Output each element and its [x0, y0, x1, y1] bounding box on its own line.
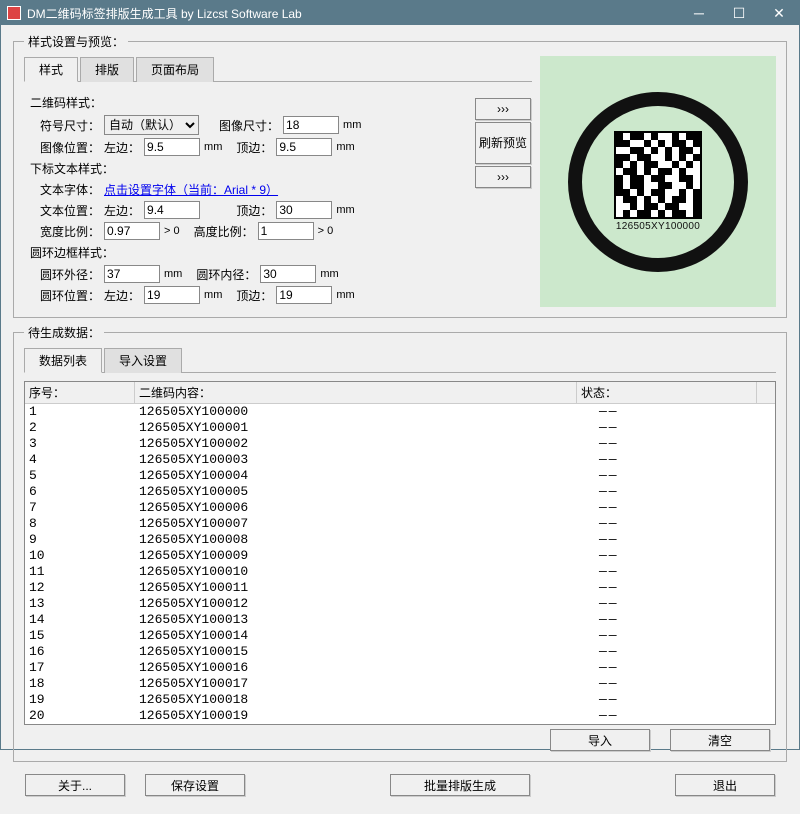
- tab-page[interactable]: 页面布局: [136, 57, 214, 82]
- about-button[interactable]: 关于...: [25, 774, 125, 796]
- table-row[interactable]: 3126505XY100002——: [25, 436, 775, 452]
- clear-button[interactable]: 清空: [670, 729, 770, 751]
- text-pos-label: 文本位置：: [40, 202, 100, 219]
- arrows-down-button[interactable]: ›››: [475, 166, 531, 188]
- ring-inner-input[interactable]: [260, 265, 316, 283]
- tab-layout[interactable]: 排版: [80, 57, 134, 82]
- image-left-input[interactable]: [144, 138, 200, 156]
- save-settings-button[interactable]: 保存设置: [145, 774, 245, 796]
- data-gen-group: 待生成数据： 数据列表 导入设置 序号： 二维码内容： 状态： 1126505X…: [13, 324, 787, 762]
- image-pos-label: 图像位置：: [40, 139, 100, 156]
- close-button[interactable]: ✕: [759, 1, 799, 25]
- ring-pos-label: 圆环位置：: [40, 287, 100, 304]
- titlebar: DM二维码标签排版生成工具 by Lizcst Software Lab ─ ☐…: [1, 1, 799, 25]
- exit-button[interactable]: 退出: [675, 774, 775, 796]
- preview-panel: 126505XY100000: [540, 56, 776, 307]
- data-table: 序号： 二维码内容： 状态： 1126505XY100000——2126505X…: [24, 381, 776, 725]
- symbol-size-label: 符号尺寸：: [40, 117, 100, 134]
- unit-mm: mm: [343, 119, 361, 131]
- refresh-preview-button[interactable]: 刷新预览: [475, 122, 531, 164]
- table-row[interactable]: 17126505XY100016——: [25, 660, 775, 676]
- top-label: 顶边：: [236, 139, 272, 156]
- table-row[interactable]: 19126505XY100018——: [25, 692, 775, 708]
- image-size-input[interactable]: [283, 116, 339, 134]
- minimize-button[interactable]: ─: [679, 1, 719, 25]
- table-row[interactable]: 10126505XY100009——: [25, 548, 775, 564]
- style-preview-legend: 样式设置与预览：: [24, 33, 128, 50]
- left-label: 左边：: [104, 139, 140, 156]
- table-row[interactable]: 5126505XY100004——: [25, 468, 775, 484]
- ring-outer-input[interactable]: [104, 265, 160, 283]
- width-ratio-label: 宽度比例：: [40, 223, 100, 240]
- table-row[interactable]: 8126505XY100007——: [25, 516, 775, 532]
- tab-data-list[interactable]: 数据列表: [24, 348, 102, 373]
- col-status[interactable]: 状态：: [577, 382, 757, 403]
- table-row[interactable]: 7126505XY100006——: [25, 500, 775, 516]
- app-icon: [7, 6, 21, 20]
- ring-left-input[interactable]: [144, 286, 200, 304]
- height-ratio-label: 高度比例：: [194, 223, 254, 240]
- table-row[interactable]: 12126505XY100011——: [25, 580, 775, 596]
- ring-section-label: 圆环边框样式：: [30, 244, 474, 261]
- table-row[interactable]: 11126505XY100010——: [25, 564, 775, 580]
- style-preview-group: 样式设置与预览： 样式 排版 页面布局 二维码样式： 符号尺寸： 自动（默认）: [13, 33, 787, 318]
- subscript-section-label: 下标文本样式：: [30, 160, 474, 177]
- data-tabs: 数据列表 导入设置: [24, 347, 776, 373]
- table-row[interactable]: 9126505XY100008——: [25, 532, 775, 548]
- ring-inner-label: 圆环内径：: [196, 266, 256, 283]
- style-tabs: 样式 排版 页面布局: [24, 56, 532, 82]
- col-scroll-spacer: [757, 382, 775, 403]
- text-left-input[interactable]: [144, 201, 200, 219]
- table-body[interactable]: 1126505XY100000——2126505XY100001——312650…: [25, 404, 775, 724]
- qr-section-label: 二维码样式：: [30, 94, 474, 111]
- table-row[interactable]: 4126505XY100003——: [25, 452, 775, 468]
- table-row[interactable]: 2126505XY100001——: [25, 420, 775, 436]
- data-gen-legend: 待生成数据：: [24, 324, 104, 341]
- col-content[interactable]: 二维码内容：: [135, 382, 577, 403]
- image-top-input[interactable]: [276, 138, 332, 156]
- font-label: 文本字体：: [40, 181, 100, 198]
- tab-style[interactable]: 样式: [24, 57, 78, 82]
- text-top-input[interactable]: [276, 201, 332, 219]
- table-row[interactable]: 16126505XY100015——: [25, 644, 775, 660]
- symbol-size-select[interactable]: 自动（默认）: [104, 115, 199, 135]
- window-title: DM二维码标签排版生成工具 by Lizcst Software Lab: [27, 5, 679, 22]
- height-ratio-input[interactable]: [258, 222, 314, 240]
- table-row[interactable]: 14126505XY100013——: [25, 612, 775, 628]
- import-button[interactable]: 导入: [550, 729, 650, 751]
- app-window: DM二维码标签排版生成工具 by Lizcst Software Lab ─ ☐…: [0, 0, 800, 750]
- preview-caption: 126505XY100000: [616, 221, 700, 232]
- ring-outer-label: 圆环外径：: [40, 266, 100, 283]
- table-row[interactable]: 13126505XY100012——: [25, 596, 775, 612]
- table-row[interactable]: 15126505XY100014——: [25, 628, 775, 644]
- ring-preview: 126505XY100000: [568, 92, 748, 272]
- tab-import-settings[interactable]: 导入设置: [104, 348, 182, 373]
- ring-top-input[interactable]: [276, 286, 332, 304]
- col-seq[interactable]: 序号：: [25, 382, 135, 403]
- image-size-label: 图像尺寸：: [219, 117, 279, 134]
- maximize-button[interactable]: ☐: [719, 1, 759, 25]
- bottom-bar: 关于... 保存设置 批量排版生成 退出: [13, 768, 787, 806]
- arrows-up-button[interactable]: ›››: [475, 98, 531, 120]
- batch-generate-button[interactable]: 批量排版生成: [390, 774, 530, 796]
- table-row[interactable]: 18126505XY100017——: [25, 676, 775, 692]
- datamatrix-preview: [614, 131, 702, 219]
- table-row[interactable]: 20126505XY100019——: [25, 708, 775, 724]
- font-link[interactable]: 点击设置字体（当前：Arial * 9）: [104, 181, 278, 198]
- table-row[interactable]: 1126505XY100000——: [25, 404, 775, 420]
- table-row[interactable]: 6126505XY100005——: [25, 484, 775, 500]
- width-ratio-input[interactable]: [104, 222, 160, 240]
